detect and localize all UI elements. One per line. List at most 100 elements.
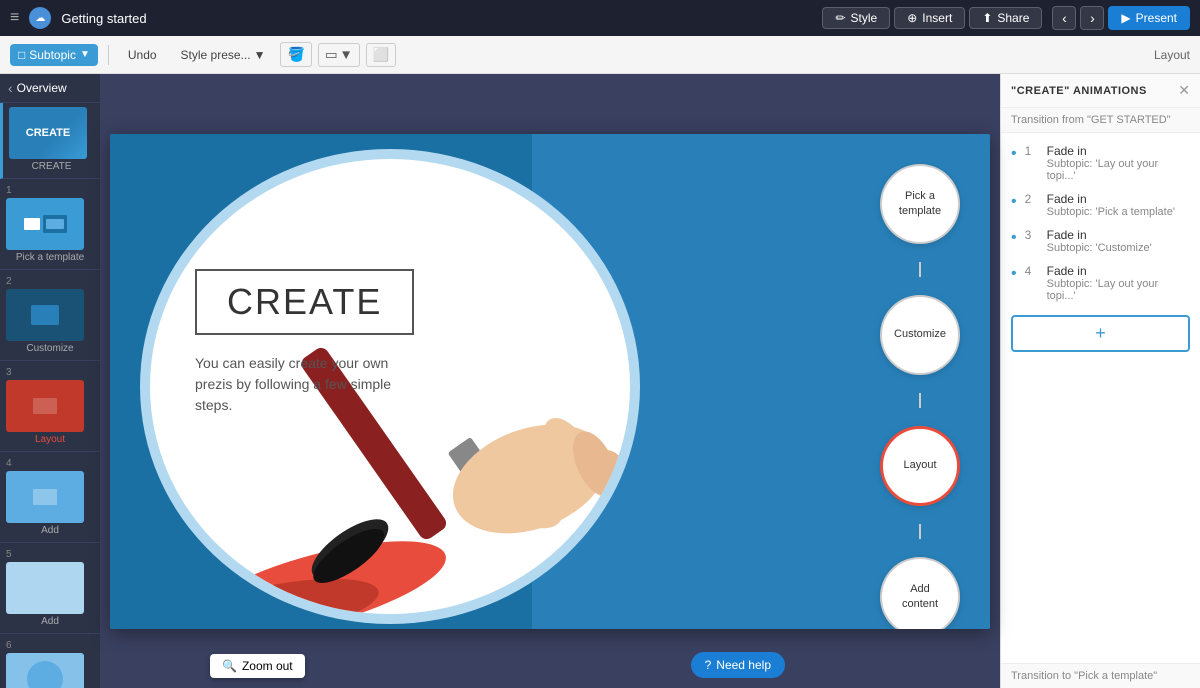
sidebar-item-create[interactable]: CREATE CREATE [0, 103, 100, 179]
sidebar-label-2: Customize [6, 341, 94, 356]
app-title: Getting started [61, 11, 812, 26]
transition-to-label: Transition to "Pick a template" [1001, 663, 1200, 688]
anim-content-3: Fade in Subtopic: 'Customize' [1047, 228, 1190, 254]
sidebar-item-6[interactable]: 6 Add [0, 634, 100, 688]
circle-connector-2 [919, 393, 921, 408]
present-nav: ‹ › ▶ Present [1052, 6, 1190, 30]
sidebar-thumb-1 [6, 198, 84, 250]
share-button[interactable]: ⬆ Share [969, 7, 1042, 29]
bullet-4: • [1011, 265, 1017, 283]
create-title: CREATE [195, 269, 414, 335]
sidebar-header: ‹ Overview [0, 74, 100, 103]
fill-color-button[interactable]: 🪣 [280, 42, 311, 67]
anim-content-2: Fade in Subtopic: 'Pick a template' [1047, 192, 1190, 218]
sidebar-label-0: CREATE [9, 159, 94, 174]
sidebar-thumb-4 [6, 471, 84, 523]
circles-panel: Pick atemplate Customize Layout Addconte… [880, 164, 960, 629]
canvas-area: CREATE You can easily create your own pr… [100, 74, 1000, 688]
share-icon: ⬆ [982, 11, 992, 25]
anim-title-4: Fade in [1047, 264, 1190, 278]
plus-icon: ⊕ [907, 11, 917, 25]
anim-item-2: • 2 Fade in Subtopic: 'Pick a template' [1001, 187, 1200, 223]
border-button[interactable]: ▭ ▼ [318, 43, 360, 67]
anim-num-2: 2 [1025, 192, 1039, 206]
bullet-2: • [1011, 193, 1017, 211]
toolbar: □ Subtopic ▼ Undo Style prese... ▼ 🪣 ▭ ▼… [0, 36, 1200, 74]
anim-num-1: 1 [1025, 144, 1039, 158]
topic-circle-3[interactable]: Layout [880, 426, 960, 506]
sidebar-item-5[interactable]: 5 Add [0, 543, 100, 634]
animations-panel-header: "CREATE" ANIMATIONS ✕ [1001, 74, 1200, 108]
top-nav: ✏ Style ⊕ Insert ⬆ Share [822, 7, 1042, 29]
anim-sub-3: Subtopic: 'Customize' [1047, 242, 1190, 254]
plus-icon: + [1095, 323, 1106, 344]
subtopic-button[interactable]: □ Subtopic ▼ [10, 44, 98, 66]
overview-label: Overview [17, 81, 67, 95]
anim-item-4: • 4 Fade in Subtopic: 'Lay out your topi… [1001, 259, 1200, 307]
sidebar-label-5: Add [6, 614, 94, 629]
hamburger-menu[interactable]: ≡ [10, 9, 19, 27]
close-panel-button[interactable]: ✕ [1178, 82, 1190, 99]
zoom-out-button[interactable]: 🔍 Zoom out [210, 654, 305, 678]
insert-button[interactable]: ⊕ Insert [894, 7, 965, 29]
app-logo: ☁ [29, 7, 51, 29]
chevron-down-icon: ▼ [254, 48, 266, 62]
sidebar-label-3: Layout [6, 432, 94, 447]
anim-num-3: 3 [1025, 228, 1039, 242]
anim-content-1: Fade in Subtopic: 'Lay out your topi...' [1047, 144, 1190, 182]
sidebar: ‹ Overview CREATE CREATE 1 Pick a templa… [0, 74, 100, 688]
border-icon: ▭ [325, 47, 338, 63]
logo-symbol: ☁ [35, 13, 45, 24]
sidebar-thumb-5 [6, 562, 84, 614]
sidebar-item-2[interactable]: 2 Customize [0, 270, 100, 361]
layout-label: Layout [1154, 48, 1190, 62]
anim-sub-4: Subtopic: 'Lay out your topi...' [1047, 278, 1190, 302]
help-icon: ? [705, 658, 712, 672]
sidebar-label-4: Add [6, 523, 94, 538]
anim-num-4: 4 [1025, 264, 1039, 278]
topic-circle-2[interactable]: Customize [880, 295, 960, 375]
sidebar-num-1: 1 [6, 183, 94, 198]
sidebar-thumb-3 [6, 380, 84, 432]
slide-canvas[interactable]: CREATE You can easily create your own pr… [110, 134, 990, 629]
animations-panel-title: "CREATE" ANIMATIONS [1011, 85, 1147, 97]
add-animation-button[interactable]: + [1011, 315, 1190, 352]
back-arrow[interactable]: ‹ [8, 80, 13, 96]
need-help-button[interactable]: ? Need help [691, 652, 785, 678]
fill-icon: 🪣 [287, 46, 304, 63]
circle-connector-3 [919, 524, 921, 539]
layout-switch-button[interactable]: ⬜ [366, 43, 397, 67]
sidebar-num-2: 2 [6, 274, 94, 289]
topic-circle-1[interactable]: Pick atemplate [880, 164, 960, 244]
sidebar-thumb-6 [6, 653, 84, 688]
sidebar-item-1[interactable]: 1 Pick a template [0, 179, 100, 270]
main-layout: ‹ Overview CREATE CREATE 1 Pick a templa… [0, 74, 1200, 688]
create-subtitle: You can easily create your own prezis by… [195, 353, 415, 416]
circle-connector-1 [919, 262, 921, 277]
transition-from-label: Transition from "GET STARTED" [1001, 108, 1200, 133]
style-preset-button[interactable]: Style prese... ▼ [172, 44, 275, 66]
sidebar-item-3[interactable]: 3 Layout [0, 361, 100, 452]
chevron-down-icon: ▼ [340, 47, 353, 62]
slide-title-area: CREATE You can easily create your own pr… [195, 269, 415, 416]
present-button[interactable]: ▶ Present [1108, 6, 1190, 30]
style-button[interactable]: ✏ Style [822, 7, 890, 29]
bullet-1: • [1011, 145, 1017, 163]
anim-item-3: • 3 Fade in Subtopic: 'Customize' [1001, 223, 1200, 259]
anim-content-4: Fade in Subtopic: 'Lay out your topi...' [1047, 264, 1190, 302]
animations-panel: "CREATE" ANIMATIONS ✕ Transition from "G… [1000, 74, 1200, 688]
sidebar-num-4: 4 [6, 456, 94, 471]
sidebar-num-6: 6 [6, 638, 94, 653]
zoom-icon: 🔍 [222, 659, 237, 673]
anim-title-3: Fade in [1047, 228, 1190, 242]
style-icon: ✏ [835, 11, 845, 25]
chevron-down-icon: ▼ [80, 49, 90, 60]
prev-arrow[interactable]: ‹ [1052, 6, 1076, 30]
undo-button[interactable]: Undo [119, 44, 166, 66]
anim-sub-2: Subtopic: 'Pick a template' [1047, 206, 1190, 218]
toolbar-separator [108, 45, 109, 65]
topic-circle-4[interactable]: Addcontent [880, 557, 960, 629]
play-icon: ▶ [1121, 11, 1130, 25]
sidebar-item-4[interactable]: 4 Add [0, 452, 100, 543]
next-arrow[interactable]: › [1080, 6, 1104, 30]
